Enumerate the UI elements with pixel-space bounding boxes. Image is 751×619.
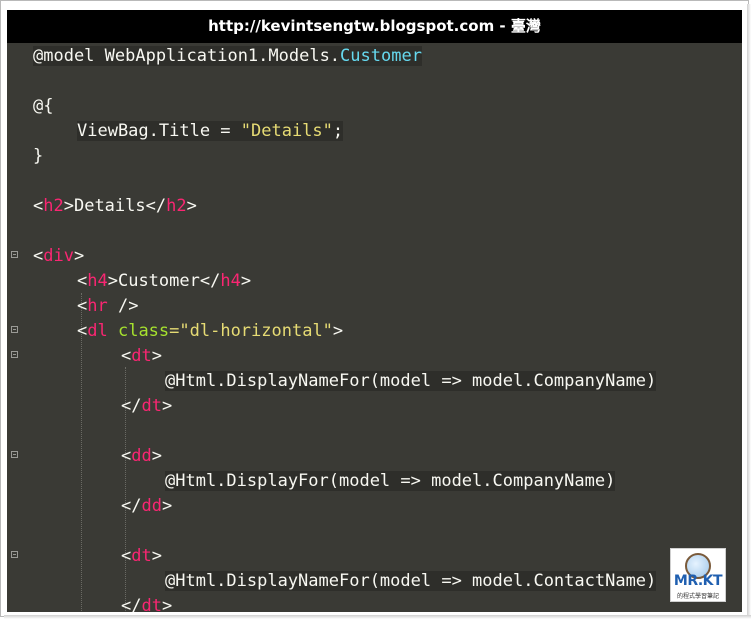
code-text: > [151,446,162,466]
code-tag: dt [141,396,162,416]
code-line-display-for-company: @Html.DisplayFor(model => model.CompanyN… [165,469,616,493]
code-tag: div [43,246,74,266]
code-text: > [161,596,173,612]
code-string: "Details" [240,121,333,141]
code-text: < [33,196,44,216]
code-line-h4: <h4>Customer</h4> [77,269,251,293]
code-line-dt-close: </dt> [121,394,172,418]
code-text: < [77,321,88,341]
code-text: > [332,321,344,341]
code-tag: h2 [166,196,187,216]
code-text: </ [121,596,142,612]
code-type: Customer [340,46,422,66]
logo-title: MR.KT [673,573,723,589]
code-tag: dl [87,321,108,341]
code-text: </ [121,396,142,416]
code-line-viewbag-title: ViewBag.Title = "Details"; [77,119,344,143]
code-text: > [186,196,197,216]
code-line-dl: <dl class="dl-horizontal"> [77,319,343,343]
code-text: >Details</ [63,196,167,216]
code-tag: dt [131,546,152,566]
code-line-block-open: @{ [33,94,53,118]
code-text: > [73,246,85,266]
fold-collapse-icon[interactable] [11,251,18,258]
code-line-div-open: <div> [33,244,84,268]
code-line-dt-close: </dt> [121,594,172,612]
code-line-model: @model WebApplication1.Models.Customer [33,44,422,68]
code-text: > [151,346,162,366]
code-text: > [161,396,173,416]
code-text: /> [107,296,139,316]
code-text: > [240,271,252,291]
mrkt-logo: MR.KT 的程式學習筆記 [670,548,726,602]
code-line-display-name-company: @Html.DisplayNameFor(model => model.Comp… [165,369,657,393]
code-text: </ [121,496,142,516]
frame-shadow-bottom [4,615,751,619]
code-text: > [151,546,162,566]
code-text: >Customer</ [107,271,221,291]
code-text: @Html.DisplayFor(model => model.CompanyN… [165,471,616,491]
code-text: ; [332,121,344,141]
code-editor[interactable]: @model WebApplication1.Models.Customer @… [7,43,742,612]
code-tag: dt [131,346,152,366]
code-line-hr: <hr /> [77,294,138,318]
code-line-display-name-contact: @Html.DisplayNameFor(model => model.Cont… [165,569,657,593]
fold-collapse-icon[interactable] [11,326,18,333]
code-text: @Html.DisplayNameFor(model => model.Cont… [165,571,657,591]
fold-collapse-icon[interactable] [11,351,18,358]
code-attribute: class [107,321,170,341]
code-line-h2: <h2>Details</h2> [33,194,197,218]
code-tag: dd [131,446,152,466]
code-text: < [121,346,132,366]
code-text: } [33,146,44,166]
code-text: @{ [33,96,54,116]
code-text: < [121,546,132,566]
code-tag: h2 [43,196,64,216]
code-line-dd-open: <dd> [121,444,162,468]
code-text: < [77,296,88,316]
code-text: @Html.DisplayNameFor(model => model.Comp… [165,371,657,391]
code-tag: dt [141,596,162,612]
frame-shadow-right [747,4,751,619]
code-line-dd-close: </dd> [121,494,172,518]
code-line-block-close: } [33,144,43,168]
logo-subtitle: 的程式學習筆記 [676,593,719,600]
code-text: @model WebApplication1.Models. [33,46,341,66]
code-text: < [121,446,132,466]
code-text: < [33,246,44,266]
code-string: ="dl-horizontal" [169,321,333,341]
code-tag: h4 [87,271,108,291]
code-text: ViewBag.Title = [77,121,241,141]
code-text: > [161,496,173,516]
fold-collapse-icon[interactable] [11,551,18,558]
blog-url-banner: http://kevintsengtw.blogspot.com - 臺灣 [7,10,742,43]
fold-collapse-icon[interactable] [11,451,18,458]
code-tag: hr [87,296,108,316]
code-line-dt-open: <dt> [121,544,162,568]
code-tag: h4 [220,271,241,291]
code-tag: dd [141,496,162,516]
code-line-dt-open: <dt> [121,344,162,368]
code-text: < [77,271,88,291]
